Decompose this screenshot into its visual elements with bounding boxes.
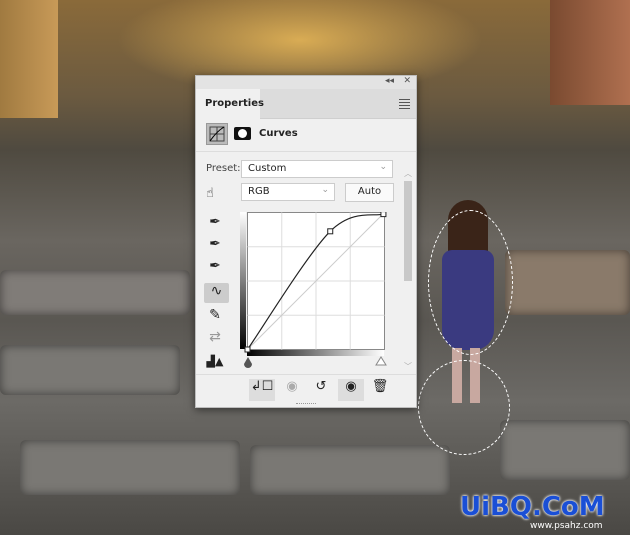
close-icon[interactable]: ✕ xyxy=(403,76,411,86)
scroll-thumb[interactable] xyxy=(404,181,412,281)
clipping-warning-icon[interactable]: ▟▲ xyxy=(204,355,226,375)
curve-control-point[interactable] xyxy=(327,228,334,235)
white-point-slider[interactable] xyxy=(375,356,387,366)
watermark-url: www.psahz.com xyxy=(530,521,603,531)
adjustment-header: Curves xyxy=(196,119,416,152)
view-previous-icon[interactable]: ◉ xyxy=(279,379,305,401)
black-point-slider[interactable] xyxy=(244,357,252,368)
mask-icon[interactable] xyxy=(234,127,251,140)
auto-button[interactable]: Auto xyxy=(345,183,394,202)
curves-adjustment-icon[interactable] xyxy=(206,123,228,145)
clip-to-layer-icon[interactable]: ↲☐ xyxy=(249,379,275,401)
stone xyxy=(0,270,190,315)
eyedropper-black-icon[interactable]: ✒ xyxy=(204,214,226,234)
selection-marquee xyxy=(428,210,513,355)
stone xyxy=(500,420,630,480)
channel-dropdown[interactable]: RGB ⌄ xyxy=(241,183,335,201)
panel-titlebar: ◂◂ ✕ xyxy=(196,76,416,89)
channel-value: RGB xyxy=(248,186,270,197)
curves-graph[interactable] xyxy=(240,212,392,372)
panel-menu-icon[interactable] xyxy=(399,99,410,111)
targeted-adjustment-hand-icon[interactable]: ☝ xyxy=(206,186,214,201)
watermark-logo: UiBQ.CoM xyxy=(460,492,605,522)
chevron-down-icon: ⌄ xyxy=(379,162,387,172)
pillar-right xyxy=(550,0,630,105)
tab-properties[interactable]: Properties xyxy=(196,89,264,120)
stone xyxy=(250,445,450,495)
pillar-left xyxy=(0,0,58,118)
panel-footer: ↲☐ ◉ ↺ ◉ 🗑 xyxy=(196,374,416,404)
scroll-down-icon[interactable]: ﹀ xyxy=(402,361,414,372)
curve-control-point[interactable] xyxy=(380,212,387,218)
preset-label: Preset: xyxy=(206,163,241,174)
smooth-icon[interactable]: ⇄ xyxy=(204,329,226,349)
delete-trash-icon[interactable]: 🗑 xyxy=(367,379,393,401)
preset-dropdown[interactable]: Custom ⌄ xyxy=(241,160,393,178)
tab-bar: Properties xyxy=(196,89,416,120)
resize-grip[interactable] xyxy=(296,403,316,406)
adjustment-title: Curves xyxy=(259,128,298,139)
scrollbar[interactable]: ︿ ﹀ xyxy=(402,168,414,372)
collapse-icon[interactable]: ◂◂ xyxy=(385,76,394,86)
stone xyxy=(0,345,180,395)
stone xyxy=(20,440,240,495)
output-gradient-bar xyxy=(240,212,246,349)
properties-panel: ◂◂ ✕ Properties Curves Preset: Custom ⌄ ☝… xyxy=(195,75,417,408)
chevron-down-icon: ⌄ xyxy=(321,185,329,195)
curve-control-point[interactable] xyxy=(244,346,251,353)
pencil-icon[interactable]: ✎ xyxy=(204,307,226,327)
stone xyxy=(505,250,630,315)
eyedropper-white-icon[interactable]: ✒ xyxy=(204,258,226,278)
reset-icon[interactable]: ↺ xyxy=(308,379,334,401)
selection-marquee xyxy=(418,360,510,455)
scroll-up-icon[interactable]: ︿ xyxy=(402,168,414,179)
curve-point-tool-icon[interactable]: ∿ xyxy=(204,283,229,303)
eyedropper-gray-icon[interactable]: ✒ xyxy=(204,236,226,256)
input-gradient-bar xyxy=(247,350,384,356)
preset-value: Custom xyxy=(248,163,287,174)
visibility-eye-icon[interactable]: ◉ xyxy=(338,379,364,401)
